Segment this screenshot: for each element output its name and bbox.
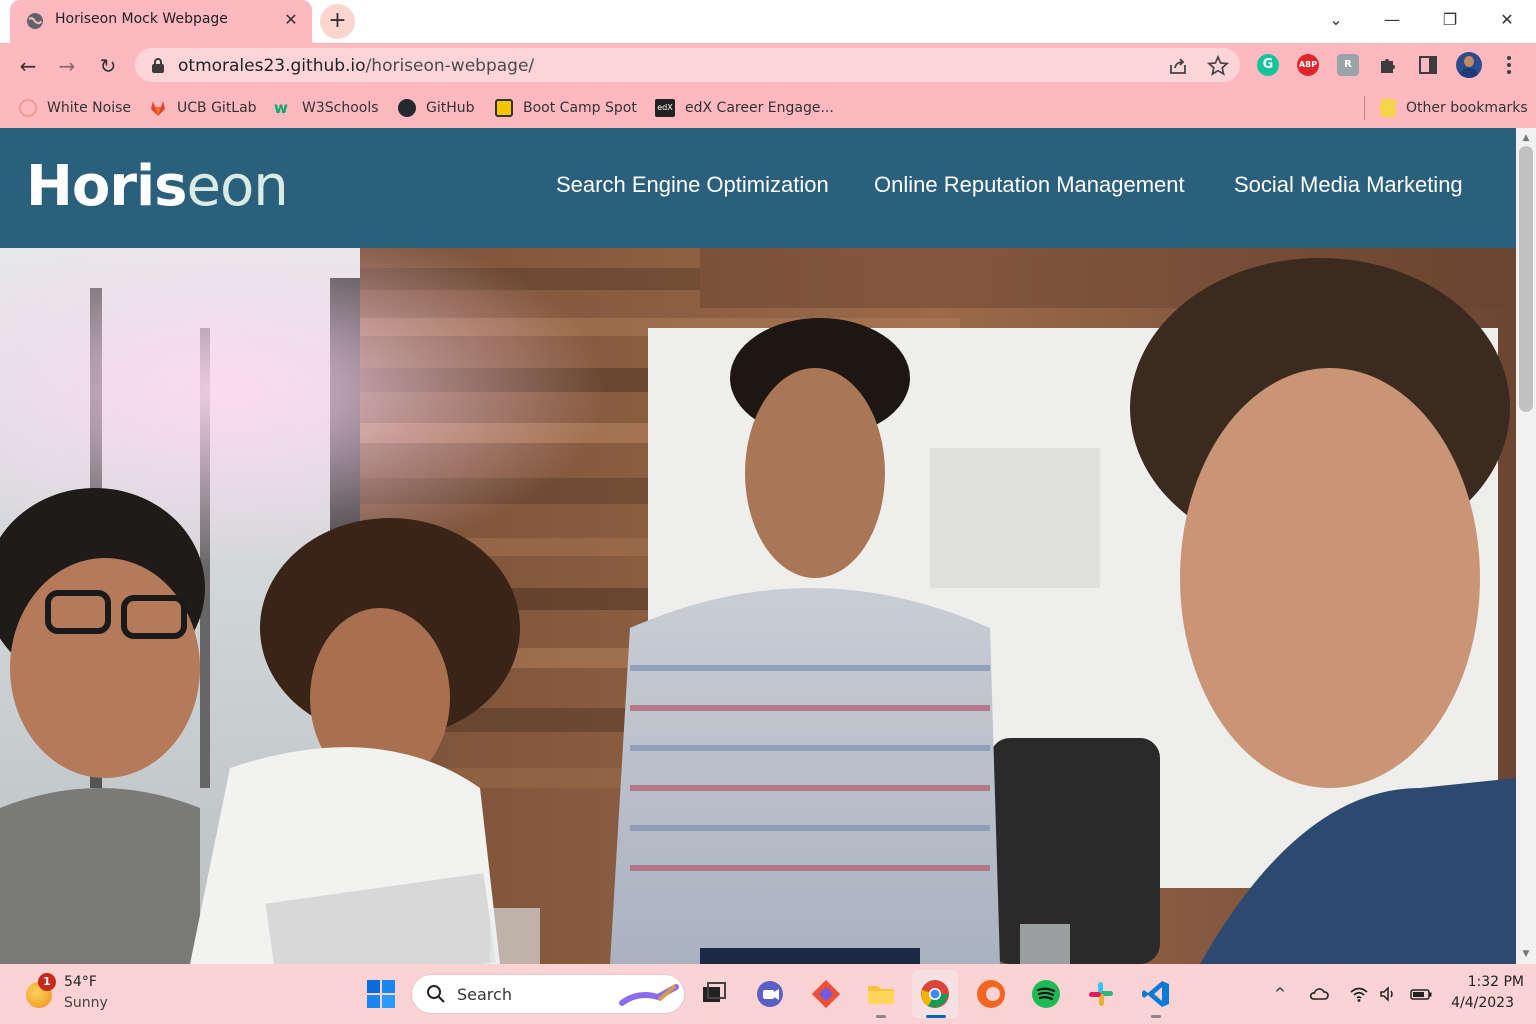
lock-icon[interactable] [151,57,165,73]
bookmark-github[interactable]: GitHub [398,97,475,119]
browser-toolbar: ← → ↻ otmorales23.github.io/horiseon-web… [0,43,1536,88]
task-view-icon[interactable] [698,978,730,1010]
explorer-running-indicator [876,1015,886,1018]
tab-strip: Horiseon Mock Webpage ✕ + ⌄ — ❐ ✕ [0,0,1536,43]
share-icon[interactable] [1167,55,1189,77]
logo-tail: eon [186,154,288,219]
bookmark-label: GitHub [426,100,475,116]
search-highlight-icon [619,984,679,1006]
w3schools-icon: w [274,99,288,117]
vscode-icon[interactable] [1140,978,1172,1010]
site-header: Horiseon Search Engine Optimization Onli… [0,128,1516,248]
folder-icon [1380,99,1396,117]
site-logo: Horiseon [26,154,289,219]
page-viewport: Horiseon Search Engine Optimization Onli… [0,128,1516,964]
scroll-up-icon[interactable]: ▲ [1516,130,1536,146]
taskbar-search[interactable]: Search [411,974,685,1014]
vscode-running-indicator [1151,1015,1161,1018]
reload-button[interactable]: ↻ [93,51,123,81]
bootcampspot-icon [495,99,513,117]
other-bookmarks-folder[interactable]: Other bookmarks [1380,97,1528,119]
adblock-plus-icon[interactable]: ABP [1297,54,1319,76]
clock-time[interactable]: 1:32 PM [1450,974,1524,990]
bookmark-label: edX Career Engage... [685,100,834,116]
bookmarks-bar: White Noise UCB GitLab w W3Schools GitHu… [0,88,1536,128]
bookmark-label: Boot Camp Spot [523,100,637,116]
bookmark-boot-camp-spot[interactable]: Boot Camp Spot [495,97,637,119]
extensions-puzzle-icon[interactable] [1377,54,1399,76]
bookmark-w3schools[interactable]: w W3Schools [274,97,379,119]
file-explorer-icon[interactable] [865,978,897,1010]
bookmark-edx-career[interactable]: edX edX Career Engage... [655,97,834,119]
hero-image [0,248,1516,964]
bookmark-label: White Noise [47,100,131,116]
onedrive-cloud-icon[interactable] [1309,984,1329,1004]
menu-kebab-icon[interactable] [1500,54,1518,76]
github-icon [398,99,416,117]
url-path: /horiseon-webpage/ [365,56,535,76]
tab-title: Horiseon Mock Webpage [55,11,228,27]
other-bookmarks-label: Other bookmarks [1406,100,1528,116]
tab-close-icon[interactable]: ✕ [280,9,302,31]
nav-link-reputation[interactable]: Online Reputation Management [874,172,1185,198]
teams-chat-icon[interactable] [754,978,786,1010]
logo-main: Horis [26,154,187,219]
chrome-icon[interactable] [919,978,951,1010]
nav-link-social-media[interactable]: Social Media Marketing [1234,172,1463,198]
clock-date[interactable]: 4/4/2023 [1440,995,1514,1011]
edx-icon: edX [655,99,675,117]
slack-icon[interactable] [1085,978,1117,1010]
globe-icon [27,13,43,29]
forward-button[interactable]: → [52,51,82,81]
search-label: Search [457,985,512,1004]
side-panel-icon[interactable] [1417,54,1439,76]
close-window-button[interactable]: ✕ [1492,6,1522,34]
scroll-down-icon[interactable]: ▼ [1516,946,1536,962]
gitlab-icon [151,101,165,116]
weather-condition[interactable]: Sunny [64,995,108,1011]
extension-r-icon[interactable]: R [1337,54,1359,76]
url-text[interactable]: otmorales23.github.io/horiseon-webpage/ [178,56,534,76]
tab-search-icon[interactable]: ⌄ [1321,6,1351,34]
creative-cloud-icon[interactable] [975,978,1007,1010]
bookmark-label: UCB GitLab [177,100,257,116]
bookmark-ucb-gitlab[interactable]: UCB GitLab [149,97,257,119]
volume-icon[interactable] [1378,984,1398,1004]
restore-button[interactable]: ❐ [1435,6,1465,34]
bookmark-label: W3Schools [302,100,379,116]
search-icon [427,985,445,1003]
git-app-icon[interactable] [810,978,842,1010]
chrome-active-indicator [926,1015,946,1018]
bookmarks-divider [1364,96,1365,120]
bookmark-star-icon[interactable] [1207,55,1229,77]
windows-taskbar: 1 54°F Sunny Search ^ 1:32 PM 4/4/2023 [0,964,1536,1024]
hero-photo-illustration [0,248,1516,964]
profile-avatar[interactable] [1456,52,1482,78]
nav-link-seo[interactable]: Search Engine Optimization [556,172,829,198]
minimize-button[interactable]: — [1377,6,1407,34]
new-tab-button[interactable]: + [320,4,355,39]
spotify-icon[interactable] [1030,978,1062,1010]
back-button[interactable]: ← [13,51,43,81]
show-hidden-icons-icon[interactable]: ^ [1270,984,1290,1004]
page-scrollbar[interactable]: ▲ ▼ [1516,128,1536,964]
scrollbar-thumb[interactable] [1519,146,1533,412]
address-bar[interactable]: otmorales23.github.io/horiseon-webpage/ [135,48,1240,82]
weather-badge: 1 [38,973,56,991]
wifi-icon[interactable] [1349,984,1369,1004]
browser-tab[interactable]: Horiseon Mock Webpage ✕ [10,0,312,43]
bookmark-white-noise[interactable]: White Noise [19,97,131,119]
windows-start-icon[interactable] [365,978,397,1010]
weather-temp[interactable]: 54°F [64,974,97,990]
white-noise-icon [19,99,37,117]
grammarly-icon[interactable]: G [1257,54,1279,76]
battery-icon[interactable] [1409,984,1433,1004]
url-host: otmorales23.github.io [178,56,366,76]
